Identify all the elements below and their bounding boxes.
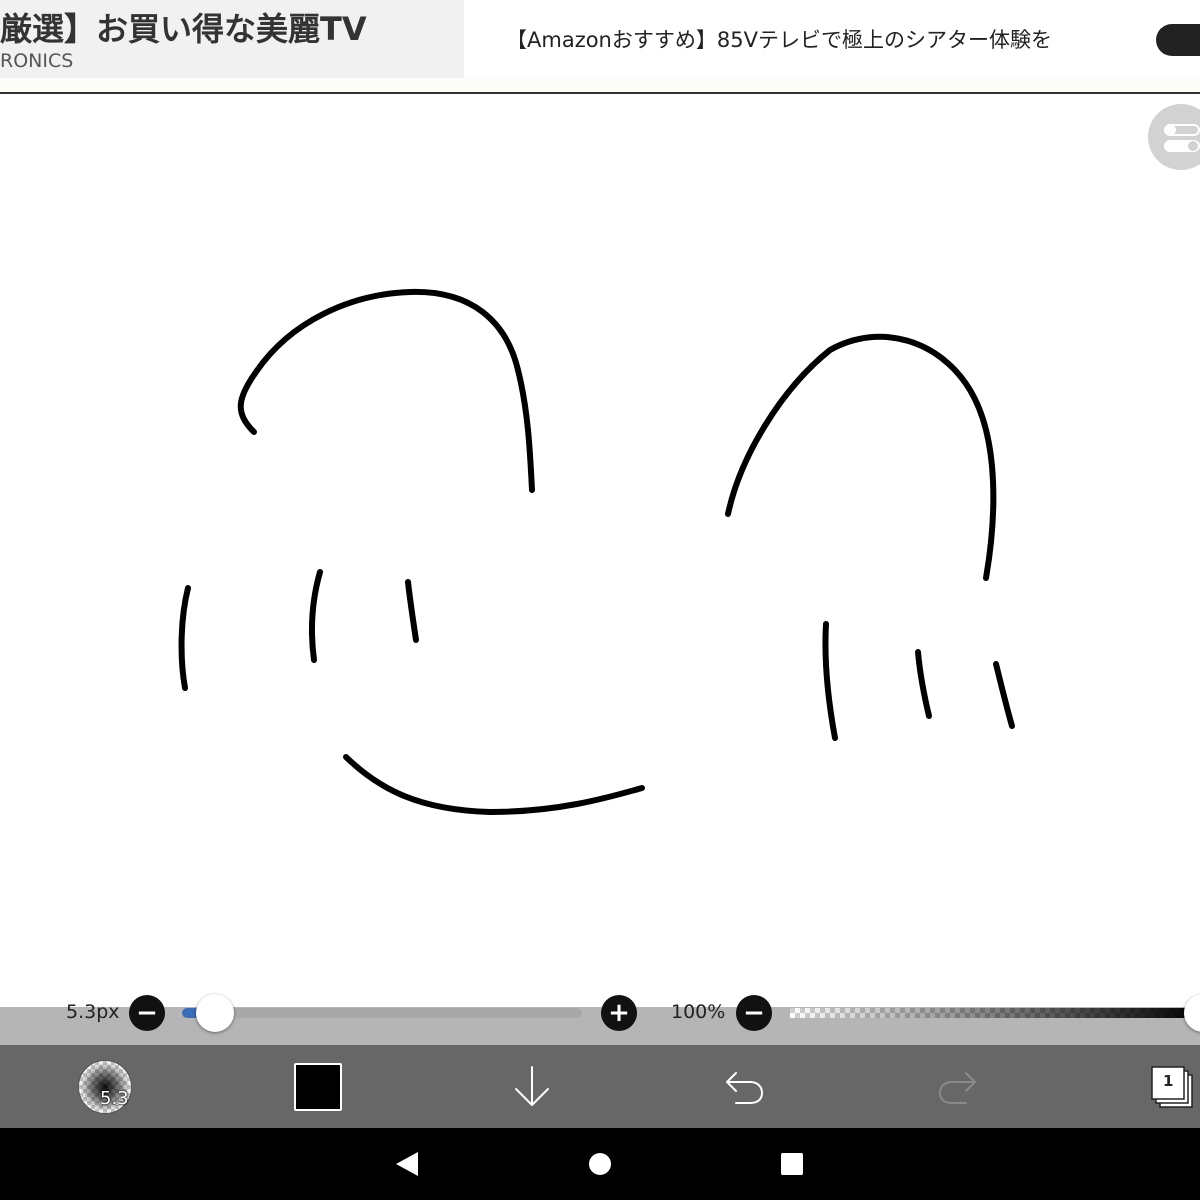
stroke bbox=[993, 661, 1015, 729]
home-circle-icon[interactable] bbox=[588, 1152, 612, 1176]
ad-title: 厳選】お買い得な美麗TV bbox=[0, 10, 367, 48]
ad-banner[interactable]: 厳選】お買い得な美麗TV RONICS 【Amazonおすすめ】85Vテレビで極… bbox=[0, 0, 1200, 94]
ad-cta-button[interactable] bbox=[1156, 24, 1200, 56]
ad-right-panel[interactable]: 【Amazonおすすめ】85Vテレビで極上のシアター体験を bbox=[464, 0, 1200, 78]
color-swatch-button[interactable] bbox=[294, 1063, 342, 1111]
brush-size-badge: 5.3 bbox=[100, 1088, 129, 1109]
slider-strip: 5.3px − + 100% − bbox=[0, 994, 1200, 1045]
size-increase-button[interactable]: + bbox=[601, 995, 637, 1031]
drawing-strokes bbox=[178, 288, 1015, 815]
brush-size-slider[interactable] bbox=[182, 1008, 582, 1018]
stroke bbox=[237, 288, 535, 493]
arrow-down-icon[interactable] bbox=[510, 1063, 554, 1111]
stroke bbox=[178, 585, 191, 691]
plus-icon: + bbox=[608, 998, 630, 1028]
ad-left-panel[interactable]: 厳選】お買い得な美麗TV RONICS bbox=[0, 0, 464, 78]
drawing-canvas[interactable] bbox=[0, 95, 1200, 995]
recents-square-icon[interactable] bbox=[780, 1152, 804, 1176]
layer-count: 1 bbox=[1163, 1072, 1174, 1090]
undo-icon[interactable] bbox=[722, 1067, 766, 1107]
back-triangle-icon[interactable] bbox=[394, 1150, 420, 1178]
opacity-decrease-button[interactable]: − bbox=[736, 995, 772, 1031]
opacity-slider[interactable] bbox=[790, 1008, 1200, 1018]
redo-icon[interactable] bbox=[936, 1067, 980, 1107]
stroke bbox=[343, 754, 645, 815]
brush-size-thumb[interactable] bbox=[196, 994, 234, 1032]
minus-icon: − bbox=[743, 998, 765, 1028]
brush-size-label: 5.3px bbox=[66, 1001, 120, 1023]
opacity-label: 100% bbox=[671, 1001, 726, 1023]
stroke bbox=[309, 569, 323, 663]
system-nav-bar bbox=[0, 1128, 1200, 1200]
opacity-thumb[interactable] bbox=[1184, 994, 1200, 1032]
size-decrease-button[interactable]: − bbox=[129, 995, 165, 1031]
stroke bbox=[405, 579, 419, 643]
ad-headline: 【Amazonおすすめ】85Vテレビで極上のシアター体験を bbox=[506, 28, 1052, 52]
ad-brand: RONICS bbox=[0, 50, 74, 72]
bottom-toolbar: 5.3 1 bbox=[0, 1045, 1200, 1128]
stroke bbox=[822, 621, 838, 741]
stroke bbox=[915, 649, 932, 719]
minus-icon: − bbox=[136, 998, 158, 1028]
stroke bbox=[725, 333, 997, 581]
